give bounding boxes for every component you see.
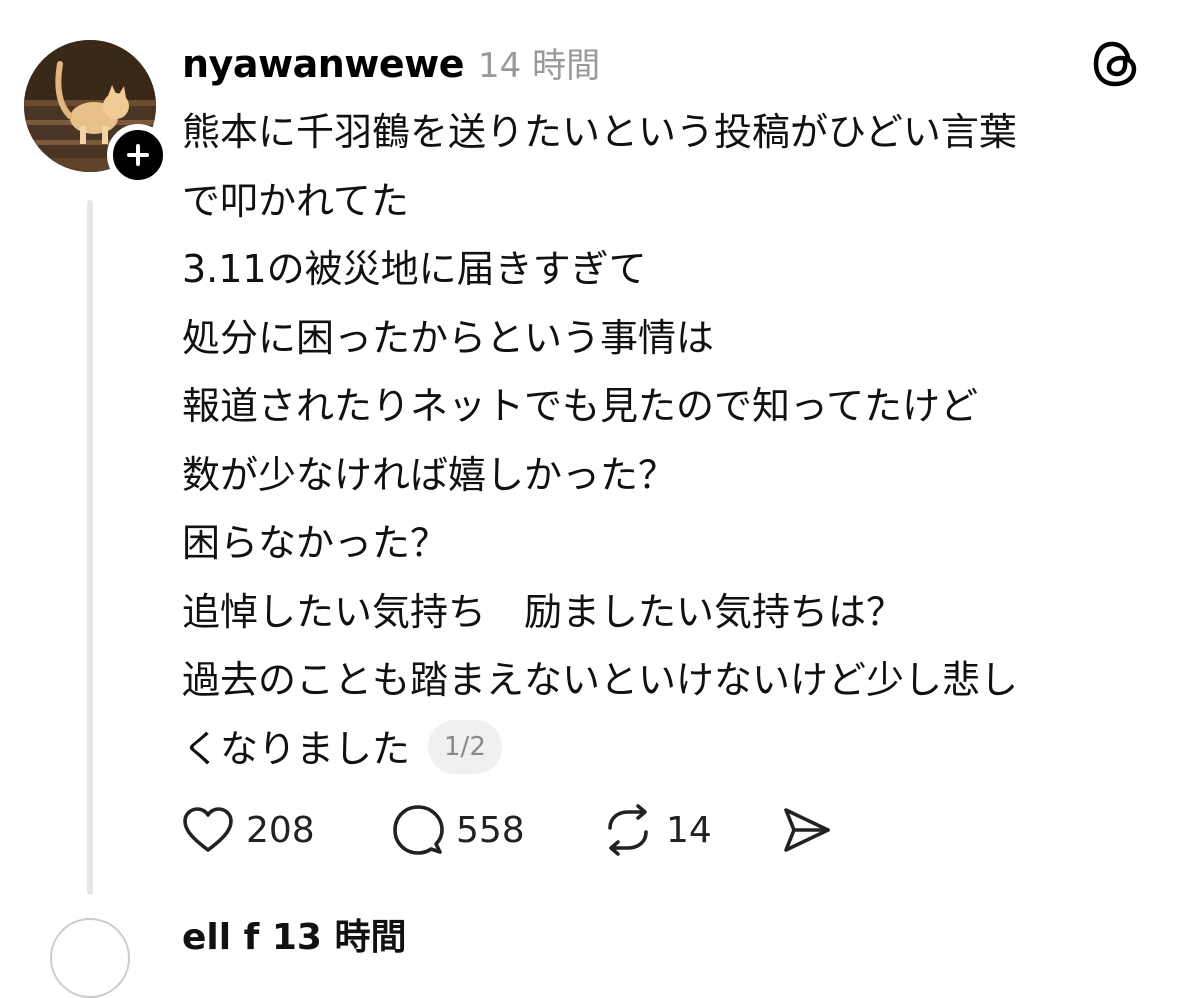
like-count: 208 — [246, 809, 315, 851]
share-button[interactable] — [782, 806, 832, 854]
reply-button[interactable]: 558 — [392, 804, 602, 856]
post-line: 過去のことも踏まえないといけないけど少し悲し — [182, 658, 1019, 702]
page-indicator[interactable]: 1/2 — [428, 720, 502, 774]
threads-logo-icon[interactable] — [1090, 38, 1142, 90]
repost-button[interactable]: 14 — [602, 804, 782, 856]
username[interactable]: nyawanwewe — [182, 42, 465, 86]
post-line: 熊本に千羽鶴を送りたいという投稿がひどい言葉 — [182, 110, 1017, 154]
repost-icon — [608, 804, 648, 856]
post-line: で叩かれてた — [182, 178, 409, 223]
post-text: 熊本に千羽鶴を送りたいという投稿がひどい言葉 で叩かれてた 3.11の被災地に届… — [182, 98, 1142, 783]
action-bar: 208 558 14 — [182, 800, 832, 860]
next-post-header[interactable]: ell f 13 時間 — [182, 908, 406, 960]
comment-icon — [393, 805, 444, 855]
thread-line — [87, 200, 93, 895]
heart-icon — [183, 807, 233, 852]
post-line: 数が少なければ嬉しかった？ — [182, 452, 677, 497]
post-header: nyawanwewe 14 時間 — [182, 38, 600, 88]
post-line: 追悼したい気持ち 励ましたい気持ちは？ — [182, 589, 905, 634]
next-post-avatar[interactable] — [50, 918, 130, 998]
plus-icon — [127, 144, 149, 166]
post-line: 困らなかった？ — [182, 521, 449, 565]
repost-count: 14 — [666, 809, 712, 851]
post-line-last: くなりました 1/2 — [182, 715, 1142, 784]
post-line: 処分に困ったからという事情は — [182, 315, 715, 360]
reply-count: 558 — [456, 809, 525, 851]
post-line: 3.11の被災地に届きすぎて — [182, 247, 647, 291]
post-line: 報道されたりネットでも見たので知ってたけど — [182, 384, 979, 428]
send-icon — [784, 808, 830, 852]
follow-button[interactable] — [107, 124, 169, 186]
like-button[interactable]: 208 — [182, 806, 392, 854]
post-line-text: くなりました — [182, 726, 411, 771]
timestamp: 14 時間 — [478, 46, 601, 86]
